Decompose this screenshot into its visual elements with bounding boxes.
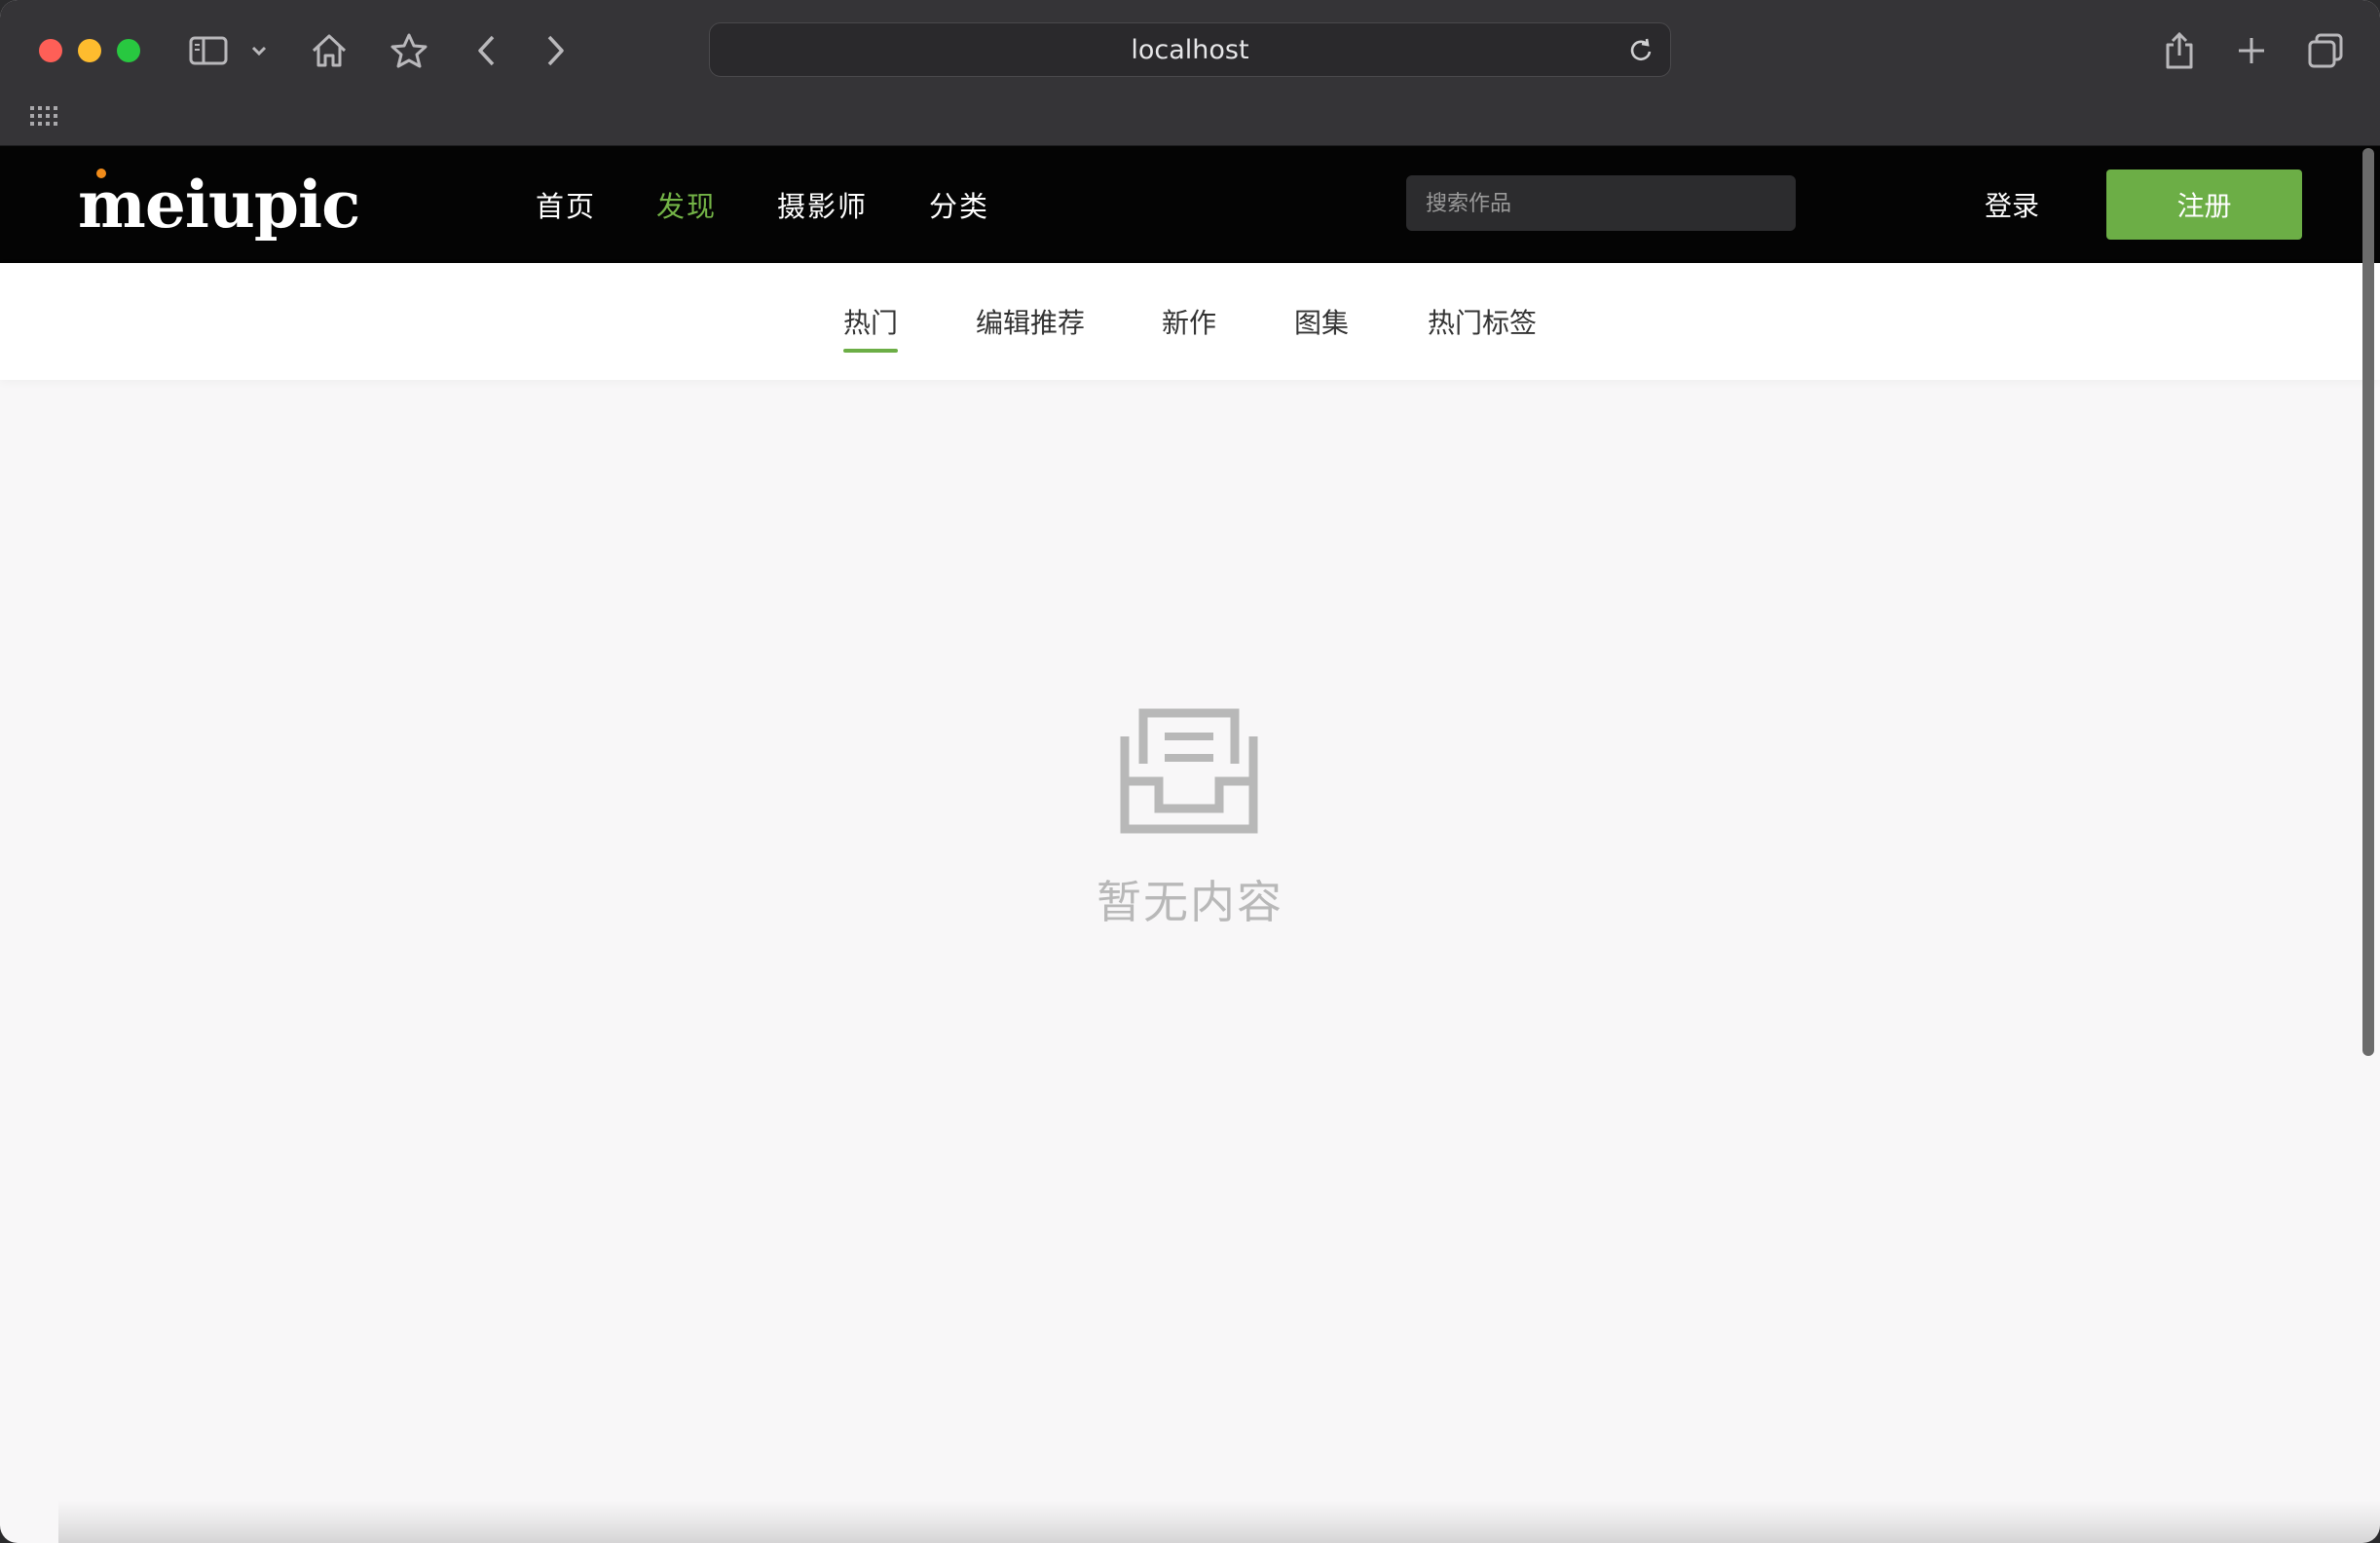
site-header: meiupic 首页 发现 摄影师 分类 登录 注册 [0, 146, 2380, 263]
back-icon[interactable] [462, 25, 512, 76]
discover-tabs: 热门 编辑推荐 新作 图集 热门标签 [0, 263, 2380, 380]
register-button[interactable]: 注册 [2106, 169, 2302, 240]
sidebar-icon[interactable] [183, 25, 234, 76]
page-scrollbar[interactable] [2362, 148, 2374, 1056]
address-url: localhost [1131, 34, 1249, 65]
nav-home[interactable]: 首页 [536, 146, 596, 263]
tab-editor-picks[interactable]: 编辑推荐 [976, 263, 1085, 380]
login-link[interactable]: 登录 [1985, 146, 2039, 263]
reload-icon[interactable] [1625, 35, 1656, 66]
bookmarks-grid-icon[interactable] [29, 105, 58, 127]
tab-new-works[interactable]: 新作 [1162, 263, 1216, 380]
address-bar[interactable]: localhost [709, 22, 1671, 77]
home-icon[interactable] [304, 25, 354, 76]
inbox-icon [1120, 708, 1258, 834]
browser-window: localhost meiupic 首页 发现 摄影师 分类 搜索作品 登录 注… [0, 0, 2380, 1543]
empty-state-text: 暂无内容 [1097, 876, 1283, 928]
close-window-button[interactable] [39, 39, 62, 62]
site-logo[interactable]: meiupic [78, 168, 360, 242]
browser-toolbar: localhost [0, 0, 2380, 146]
active-tab-indicator [843, 349, 898, 353]
bottom-shadow [58, 1500, 2380, 1543]
share-icon[interactable] [2154, 25, 2205, 76]
maximize-window-button[interactable] [117, 39, 140, 62]
chevron-down-icon[interactable] [242, 25, 277, 76]
tab-hot[interactable]: 热门 [843, 263, 898, 380]
nav-categories[interactable]: 分类 [929, 146, 989, 263]
minimize-window-button[interactable] [78, 39, 101, 62]
forward-icon[interactable] [530, 25, 580, 76]
nav-discover[interactable]: 发现 [656, 146, 717, 263]
tabs-overview-icon[interactable] [2300, 25, 2351, 76]
star-icon[interactable] [384, 25, 434, 76]
logo-accent-dot [96, 169, 106, 178]
tab-hot-tags[interactable]: 热门标签 [1428, 263, 1537, 380]
nav-photographers[interactable]: 摄影师 [777, 146, 868, 263]
new-tab-icon[interactable] [2226, 25, 2277, 76]
tab-albums[interactable]: 图集 [1294, 263, 1349, 380]
search-input[interactable] [1406, 175, 1796, 231]
